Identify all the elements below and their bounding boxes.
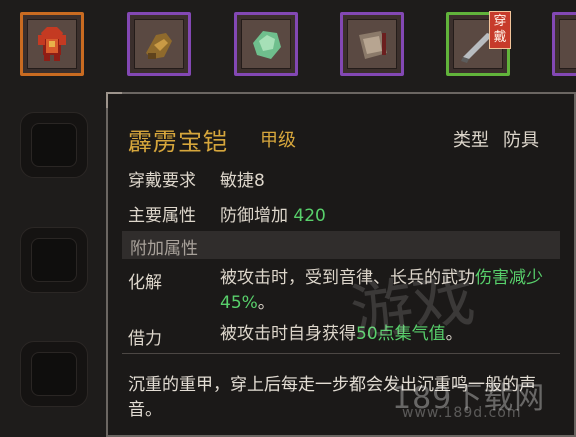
empty-slot-core	[31, 352, 77, 396]
slot-background	[559, 19, 576, 69]
slot-accessory[interactable]	[234, 12, 298, 76]
effect-text-before: 被攻击时自身获得	[220, 324, 356, 344]
empty-slot-1[interactable]	[20, 112, 88, 178]
bronze-gauntlet-icon	[146, 33, 172, 59]
red-armor-icon	[38, 27, 66, 61]
empty-slot-2[interactable]	[20, 227, 88, 293]
slot-pouch[interactable]	[340, 12, 404, 76]
item-tooltip: 霹雳宝铠 甲级 类型 防具 穿戴要求 敏捷8 主要属性 防御增加 420 附加属…	[106, 92, 576, 437]
tooltip-divider	[122, 353, 560, 354]
slot-gauntlet[interactable]	[127, 12, 191, 76]
main-attribute-number: 420	[293, 206, 326, 226]
empty-slot-3[interactable]	[20, 341, 88, 407]
effect-text-borrow-force: 被攻击时自身获得50点集气值。	[220, 322, 545, 347]
requirement-label: 穿戴要求	[128, 171, 196, 191]
item-description: 沉重的重甲，穿上后每走一步都会发出沉重鸣一般的声音。	[128, 375, 536, 420]
item-name: 霹雳宝铠	[128, 128, 228, 156]
slot-weapon[interactable]: 穿戴	[446, 11, 511, 76]
effect-text-dissolve: 被攻击时，受到音律、长兵的武功伤害减少45%。	[220, 266, 545, 316]
effect-label-borrow-force: 借力	[128, 329, 162, 349]
extra-attributes-header: 附加属性	[122, 231, 560, 259]
empty-slot-core	[31, 238, 77, 282]
effect-label-dissolve: 化解	[128, 273, 162, 293]
effect-text-before: 被攻击时，受到音律、长兵的武功	[220, 268, 475, 288]
main-attribute-text: 防御增加	[220, 206, 288, 226]
slot-armor[interactable]	[20, 12, 84, 76]
effect-highlight: 50点集气值	[356, 324, 446, 344]
equipment-slot-row: 穿戴	[0, 0, 576, 100]
jade-stone-icon	[253, 31, 281, 59]
scroll-pouch-icon	[359, 31, 387, 59]
item-grade: 甲级	[260, 130, 296, 151]
tooltip-header: 霹雳宝铠 甲级 类型 防具	[128, 122, 558, 156]
slot-partial[interactable]	[552, 12, 576, 76]
item-type-label: 类型	[453, 130, 489, 151]
requirement-value: 敏捷8	[220, 171, 265, 191]
item-type-value: 防具	[503, 130, 539, 151]
effect-text-after: 。	[445, 324, 463, 344]
equipped-badge: 穿戴	[489, 11, 511, 49]
effect-text-after: 。	[257, 293, 275, 313]
empty-slot-core	[31, 123, 77, 167]
main-attribute-value: 防御增加 420	[220, 201, 326, 226]
main-attribute-label: 主要属性	[128, 206, 196, 226]
